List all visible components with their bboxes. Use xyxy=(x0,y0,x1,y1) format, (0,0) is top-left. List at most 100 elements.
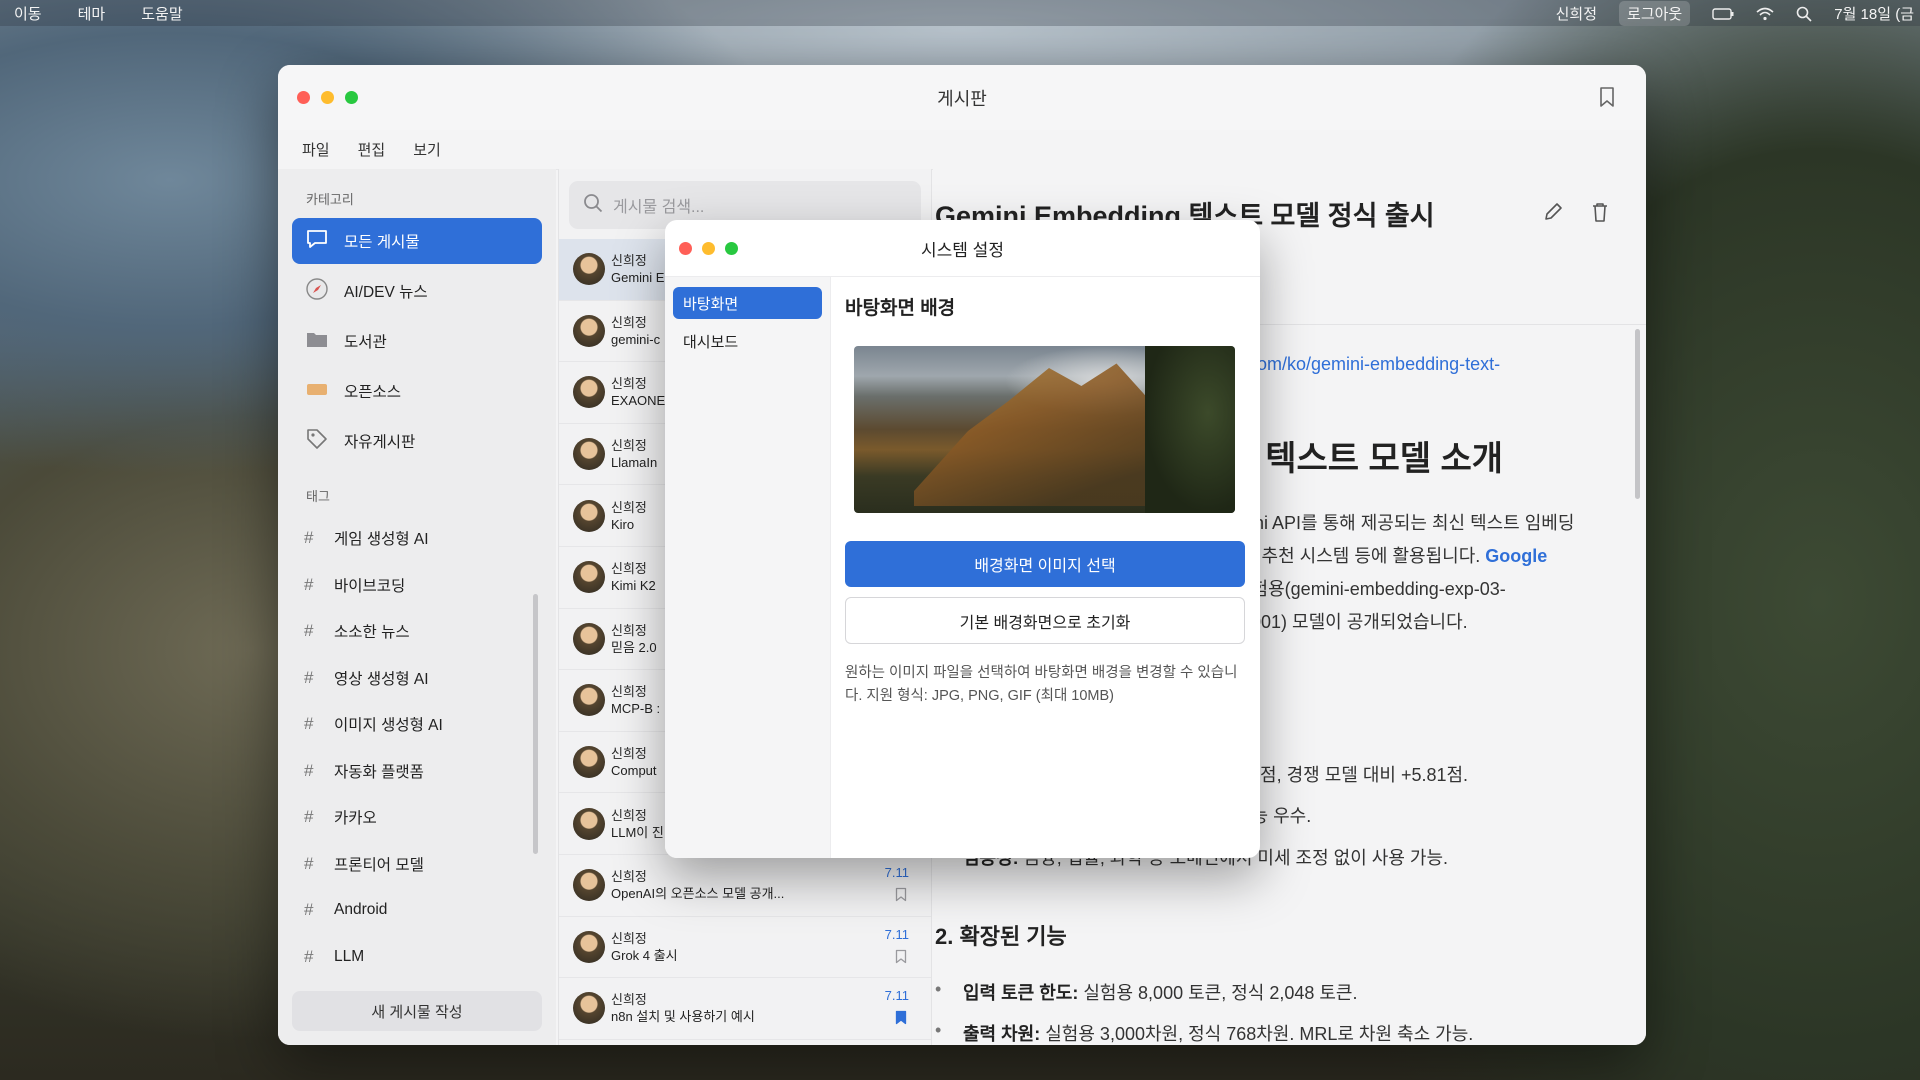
app-menu: 파일 편집 보기 xyxy=(278,130,1646,170)
settings-content: 바탕화면 배경 배경화면 이미지 선택 기본 배경화면으로 초기화 원하는 이미… xyxy=(845,277,1245,708)
post-author: 신희정 xyxy=(611,992,647,1008)
post-row-title: Gemini E xyxy=(611,270,665,286)
bookmark-icon[interactable] xyxy=(1598,86,1616,113)
tag-item[interactable]: # 프론티어 모델 xyxy=(292,841,542,888)
bookmark-icon[interactable] xyxy=(895,949,907,969)
sidebar-item-label: 자유게시판 xyxy=(344,434,416,451)
para-line: 류, 추천 시스템 등에 활용됩니다. Google xyxy=(1235,540,1645,573)
settings-tab-dashboard[interactable]: 대시보드 xyxy=(673,325,822,357)
post-author: 신희정 xyxy=(611,499,647,515)
source-link[interactable]: g.com/ko/gemini-embedding-text- xyxy=(1233,354,1500,375)
sidebar: 카테고리 모든 게시물 AI/DEV 뉴스 도서관 오픈소스 자유게시판 태그 … xyxy=(278,169,556,1045)
avatar xyxy=(573,930,605,963)
menubar-item-move[interactable]: 이동 xyxy=(14,3,42,24)
system-settings-dialog: 시스템 설정 바탕화면 대시보드 바탕화면 배경 배경화면 이미지 선택 기본 … xyxy=(665,220,1260,858)
settings-tab-wallpaper[interactable]: 바탕화면 xyxy=(673,287,822,319)
window-title: 게시판 xyxy=(937,88,987,109)
post-list-row[interactable]: 신희정 n8n 설치 및 사용하기 예시 7.11 xyxy=(559,978,931,1040)
select-wallpaper-button[interactable]: 배경화면 이미지 선택 xyxy=(845,541,1245,587)
sidebar-item-label: 도서관 xyxy=(344,334,387,351)
google-link[interactable]: Google xyxy=(1485,546,1547,566)
wifi-icon[interactable] xyxy=(1756,5,1774,22)
post-row-title: n8n 설치 및 사용하기 예시 xyxy=(611,1009,755,1025)
menu-edit[interactable]: 편집 xyxy=(358,139,386,160)
sidebar-item-library[interactable]: 도서관 xyxy=(292,318,542,364)
edit-pencil-icon[interactable] xyxy=(1542,201,1564,228)
zoom-dialog-button[interactable] xyxy=(725,242,738,255)
sidebar-item-label: 모든 게시물 xyxy=(344,234,420,251)
post-author: 신희정 xyxy=(611,622,647,638)
system-menubar: 이동 테마 도움말 신희정 로그아웃 7월 18일 (금 xyxy=(0,0,1920,26)
bookmark-icon[interactable] xyxy=(895,887,907,907)
zoom-window-button[interactable] xyxy=(345,91,358,104)
post-list-row[interactable]: 신희정 Grok 4 출시 7.11 xyxy=(559,917,931,979)
post-author: 신희정 xyxy=(611,930,647,946)
close-dialog-button[interactable] xyxy=(679,242,692,255)
bookmark-icon[interactable] xyxy=(895,1010,907,1030)
bullet-label: 출력 차원: xyxy=(963,1024,1041,1044)
post-list-row[interactable]: 신희정 OpenAI의 오픈소스 모델 공개... 7.11 xyxy=(559,855,931,917)
compass-icon xyxy=(304,277,330,306)
tag-label: LLM xyxy=(334,947,365,965)
menubar-item-help[interactable]: 도움말 xyxy=(141,3,182,24)
sidebar-scrollbar[interactable] xyxy=(533,594,538,854)
tag-item[interactable]: # 카카오 xyxy=(292,794,542,841)
tag-label: 바이브코딩 xyxy=(334,577,406,595)
tag-item[interactable]: # 게임 생성형 AI xyxy=(292,515,542,562)
tag-item[interactable]: # 자동화 플랫폼 xyxy=(292,748,542,795)
post-author: 신희정 xyxy=(611,869,647,885)
post-author: 신희정 xyxy=(611,314,647,330)
menubar-item-theme[interactable]: 테마 xyxy=(78,3,106,24)
spotlight-search-icon[interactable] xyxy=(1796,4,1812,22)
avatar xyxy=(573,869,605,902)
tag-item[interactable]: # LLM xyxy=(292,934,542,981)
settings-sidebar: 바탕화면 대시보드 xyxy=(665,277,831,858)
tag-label: 이미지 생성형 AI xyxy=(334,717,443,735)
menubar-clock[interactable]: 7월 18일 (금 xyxy=(1834,3,1914,24)
tag-item[interactable]: # 영상 생성형 AI xyxy=(292,655,542,702)
bullet-item: 출력 차원: 실험용 3,000차원, 정식 768차원. MRL로 차원 축소… xyxy=(935,1020,1473,1045)
tag-item[interactable]: # 바이브코딩 xyxy=(292,562,542,609)
post-row-title: MCP-B : xyxy=(611,701,661,717)
sidebar-item-opensource[interactable]: 오픈소스 xyxy=(292,368,542,414)
tag-item[interactable]: # 이미지 생성형 AI xyxy=(292,701,542,748)
tag-outline-icon xyxy=(304,427,330,456)
menu-file[interactable]: 파일 xyxy=(302,139,330,160)
logout-button[interactable]: 로그아웃 xyxy=(1619,0,1691,26)
avatar xyxy=(573,807,605,840)
battery-icon[interactable] xyxy=(1712,5,1734,22)
hash-icon: # xyxy=(304,667,314,687)
sidebar-item-all-posts[interactable]: 모든 게시물 xyxy=(292,218,542,264)
section-heading: g 텍스트 모델 소개 xyxy=(1235,440,1504,478)
avatar xyxy=(573,376,605,409)
sidebar-item-label: AI/DEV 뉴스 xyxy=(344,284,428,301)
new-post-button[interactable]: 새 게시물 작성 xyxy=(292,991,542,1031)
bullet-label: 입력 토큰 한도: xyxy=(963,983,1079,1003)
post-date: 7.11 xyxy=(884,926,909,942)
menu-view[interactable]: 보기 xyxy=(413,139,441,160)
tag-item[interactable]: # Android xyxy=(292,887,542,934)
reset-wallpaper-button[interactable]: 기본 배경화면으로 초기화 xyxy=(845,597,1245,644)
hash-icon: # xyxy=(304,621,314,641)
post-row-title: LLM이 진 xyxy=(611,824,664,840)
hash-icon: # xyxy=(304,528,314,548)
sidebar-item-free-board[interactable]: 자유게시판 xyxy=(292,418,542,464)
post-row-title: OpenAI의 오픈소스 모델 공개... xyxy=(611,886,785,902)
dialog-title: 시스템 설정 xyxy=(921,240,1004,260)
settings-heading: 바탕화면 배경 xyxy=(845,298,956,319)
post-author: 신희정 xyxy=(611,376,647,392)
post-row-title: 믿음 2.0 xyxy=(611,639,657,655)
minimize-window-button[interactable] xyxy=(321,91,334,104)
menubar-user: 신희정 xyxy=(1555,5,1598,23)
minimize-dialog-button[interactable] xyxy=(702,242,715,255)
post-row-title: LlamaIn xyxy=(611,455,658,471)
post-author: 신희정 xyxy=(611,561,647,577)
hash-icon: # xyxy=(304,807,314,827)
trash-icon[interactable] xyxy=(1590,201,1610,228)
folder-icon xyxy=(304,329,330,354)
detail-scrollbar[interactable] xyxy=(1635,329,1640,499)
sidebar-item-ai-dev-news[interactable]: AI/DEV 뉴스 xyxy=(292,268,542,314)
tag-item[interactable]: # 소소한 뉴스 xyxy=(292,608,542,655)
close-window-button[interactable] xyxy=(297,91,310,104)
post-author: 신희정 xyxy=(611,253,647,269)
